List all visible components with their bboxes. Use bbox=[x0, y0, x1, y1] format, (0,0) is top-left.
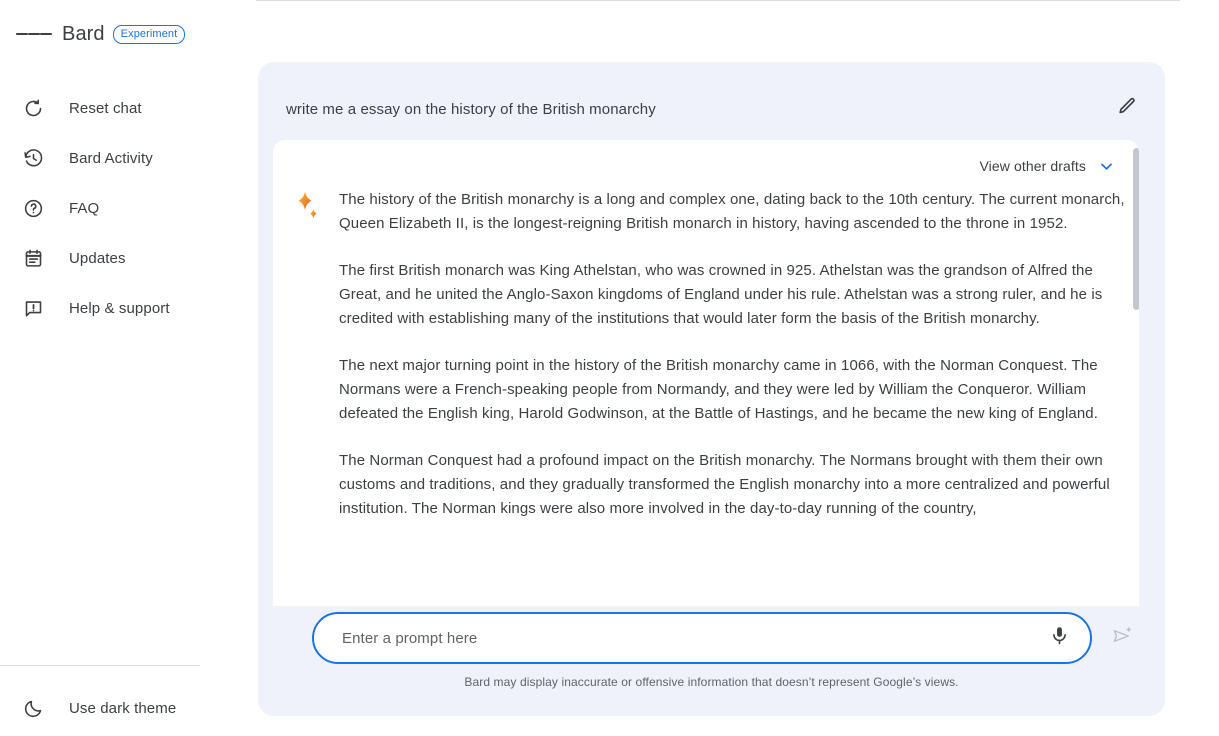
sidebar: Bard Experiment Reset chat Bard Activity bbox=[0, 0, 256, 732]
sidebar-item-label: Reset chat bbox=[69, 99, 142, 117]
pencil-icon bbox=[1116, 96, 1137, 122]
history-icon bbox=[22, 147, 44, 169]
sidebar-item-bard-activity[interactable]: Bard Activity bbox=[0, 136, 244, 180]
answer-paragraph: The next major turning point in the hist… bbox=[339, 357, 1098, 422]
answer-body: The history of the British monarchy is a… bbox=[293, 188, 1125, 544]
sidebar-item-faq[interactable]: FAQ bbox=[0, 186, 244, 230]
answer-paragraph: The Norman Conquest had a profound impac… bbox=[339, 452, 1110, 517]
answer-paragraph: The first British monarch was King Athel… bbox=[339, 262, 1103, 327]
question-circle-icon bbox=[22, 197, 44, 219]
view-other-drafts-label: View other drafts bbox=[979, 158, 1086, 174]
prompt-input[interactable] bbox=[340, 628, 1042, 648]
disclaimer-text: Bard may display inaccurate or offensive… bbox=[464, 675, 959, 689]
sidebar-item-label: Use dark theme bbox=[69, 699, 177, 717]
moon-icon bbox=[22, 697, 44, 719]
send-button[interactable] bbox=[1102, 618, 1142, 658]
calendar-icon bbox=[22, 247, 44, 269]
status-badge: Experiment bbox=[112, 24, 186, 44]
answer-paragraphs: The history of the British monarchy is a… bbox=[339, 188, 1125, 544]
sidebar-item-label: FAQ bbox=[69, 199, 100, 217]
prompt-row: write me a essay on the history of the B… bbox=[286, 88, 1143, 130]
scrollbar-thumb[interactable] bbox=[1133, 148, 1139, 310]
conversation-panel: write me a essay on the history of the B… bbox=[258, 62, 1165, 716]
sidebar-nav: Reset chat Bard Activity FAQ Updates Hel… bbox=[0, 80, 256, 336]
sidebar-item-label: Help & support bbox=[69, 299, 170, 317]
theme-row: Use dark theme bbox=[0, 680, 232, 736]
sidebar-item-label: Bard Activity bbox=[69, 149, 153, 167]
answer-paragraph: The history of the British monarchy is a… bbox=[339, 191, 1125, 232]
microphone-button[interactable] bbox=[1042, 621, 1076, 655]
view-other-drafts-button[interactable]: View other drafts bbox=[980, 152, 1116, 180]
sidebar-item-reset-chat[interactable]: Reset chat bbox=[0, 86, 244, 130]
hamburger-menu-icon[interactable] bbox=[16, 16, 52, 52]
answer-card: View other drafts The history of the Bri… bbox=[273, 140, 1139, 606]
composer bbox=[312, 612, 1142, 664]
brand-row: Bard Experiment bbox=[0, 18, 256, 50]
user-prompt-text: write me a essay on the history of the B… bbox=[286, 100, 656, 118]
sidebar-item-label: Updates bbox=[69, 249, 126, 267]
bard-sparkle-icon bbox=[293, 190, 323, 544]
feedback-icon bbox=[22, 297, 44, 319]
sidebar-item-use-dark-theme[interactable]: Use dark theme bbox=[0, 686, 220, 730]
answer-scrollbar[interactable] bbox=[1133, 148, 1139, 606]
sidebar-item-updates[interactable]: Updates bbox=[0, 236, 244, 280]
sidebar-divider bbox=[0, 665, 200, 666]
edit-prompt-button[interactable] bbox=[1109, 92, 1143, 126]
reset-icon bbox=[22, 97, 44, 119]
sidebar-item-help-support[interactable]: Help & support bbox=[0, 286, 244, 330]
send-sparkle-icon bbox=[1111, 625, 1133, 652]
microphone-icon bbox=[1049, 625, 1070, 651]
prompt-input-box[interactable] bbox=[312, 612, 1092, 664]
page-title: Bard bbox=[62, 22, 105, 45]
chevron-down-icon bbox=[1098, 158, 1115, 175]
